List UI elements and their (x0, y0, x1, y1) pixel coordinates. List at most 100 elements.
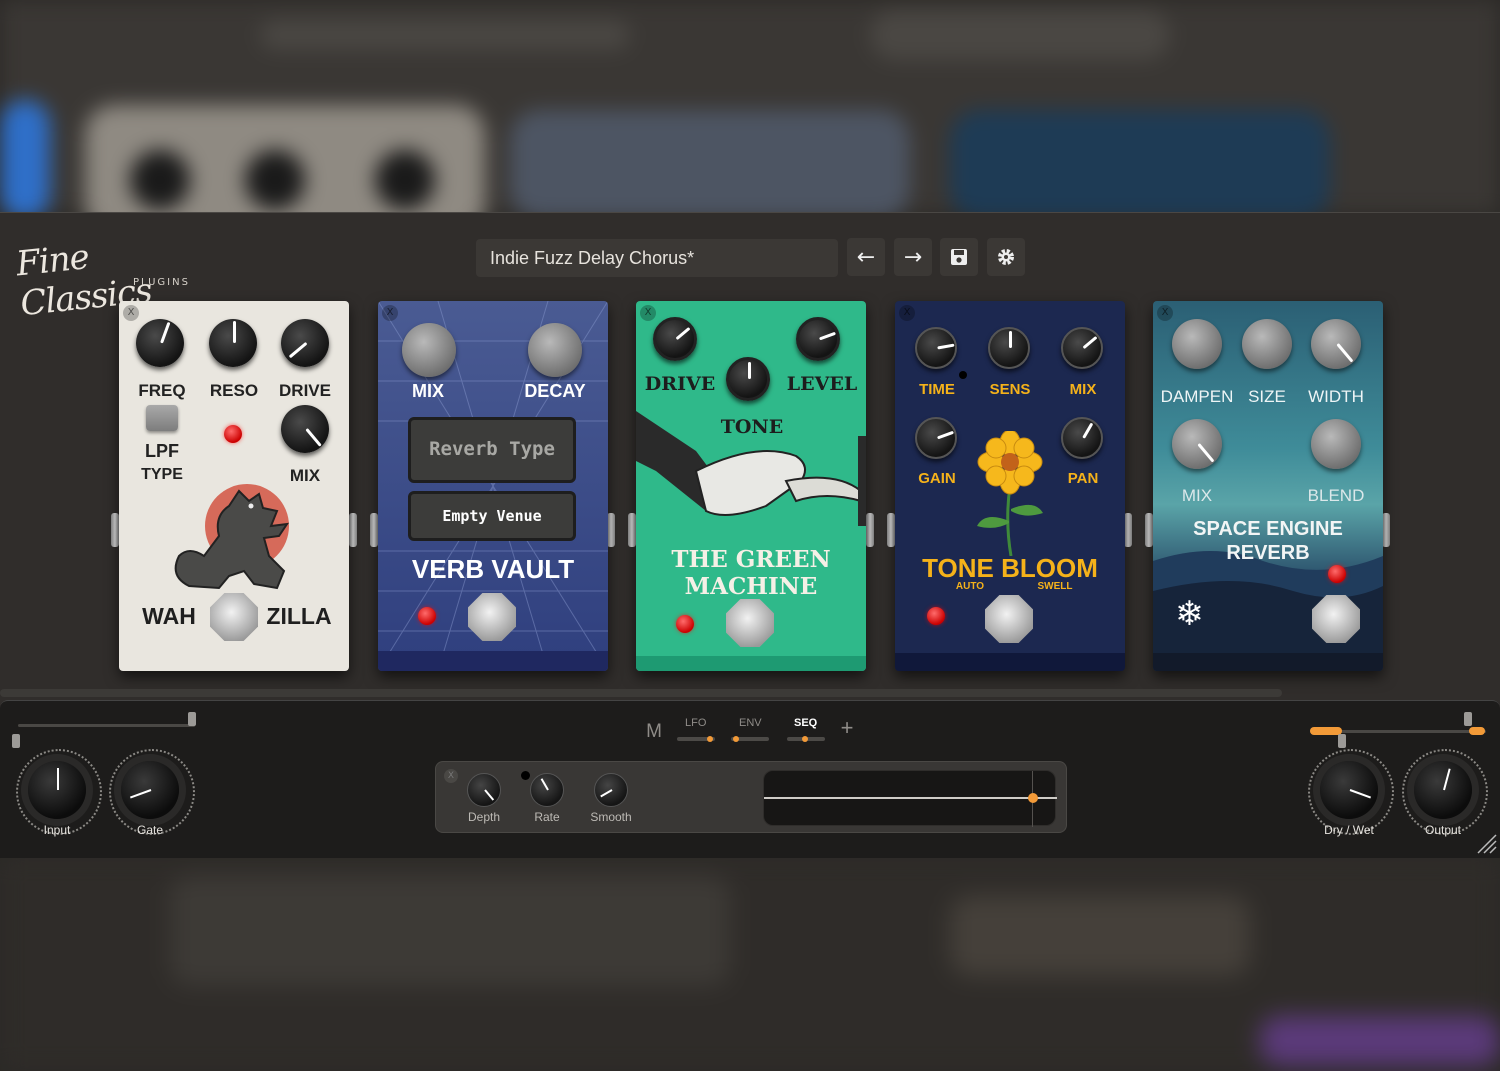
env-amount-bar[interactable] (731, 736, 769, 742)
tab-seq[interactable]: SEQ (794, 717, 817, 729)
pedal-tone-bloom: X TIME SENS MIX GAIN PAN TONE BLOOM AUTO… (895, 301, 1125, 671)
status-led (224, 425, 242, 443)
remove-modulator-button[interactable]: X (444, 769, 458, 783)
mix-label: MIX (1069, 381, 1097, 398)
arrow-left-icon: ← (856, 244, 876, 270)
logo-subtext: PLUGINS (133, 277, 190, 288)
input-meter-thumb[interactable] (12, 734, 20, 748)
reso-knob[interactable] (209, 319, 257, 367)
seq-amount-bar[interactable] (787, 736, 825, 742)
depth-knob[interactable] (467, 773, 501, 807)
drive-knob[interactable] (653, 317, 697, 361)
remove-pedal-button[interactable]: X (382, 305, 398, 321)
rate-label: Rate (534, 810, 560, 824)
decay-knob[interactable] (528, 323, 582, 377)
next-preset-button[interactable]: → (894, 238, 932, 276)
tab-env[interactable]: ENV (739, 717, 762, 729)
footswitch[interactable] (985, 595, 1033, 643)
smooth-knob[interactable] (594, 773, 628, 807)
footswitch[interactable] (210, 593, 258, 641)
rate-knob[interactable] (530, 773, 564, 807)
depth-label: Depth (467, 810, 501, 824)
input-slider-thumb[interactable] (188, 712, 196, 726)
rate-sync-dot[interactable] (521, 771, 530, 780)
reverb-type-display[interactable]: Reverb Type (408, 417, 576, 483)
preset-name-field[interactable]: Indie Fuzz Delay Chorus* (476, 239, 838, 277)
gate-label: Gate (136, 823, 163, 837)
drive-label: DRIVE (644, 373, 716, 395)
blend-label: BLEND (1307, 486, 1365, 505)
modulation-header: M (646, 721, 662, 742)
add-modulator-button[interactable]: + (836, 715, 858, 741)
input-jack (111, 513, 119, 547)
drywet-knob[interactable] (1308, 749, 1394, 835)
remove-pedal-button[interactable]: X (640, 305, 656, 321)
status-led (927, 607, 945, 625)
output-knob[interactable] (1402, 749, 1488, 835)
remove-pedal-button[interactable]: X (1157, 305, 1173, 321)
status-led (418, 607, 436, 625)
prev-preset-button[interactable]: ← (847, 238, 885, 276)
output-slider-thumb[interactable] (1464, 712, 1472, 726)
sens-knob[interactable] (988, 327, 1030, 369)
pedalboard-scrollbar[interactable] (0, 689, 1282, 697)
jack-connector (349, 513, 357, 547)
reverb-type-selector[interactable]: Empty Venue (408, 491, 576, 541)
swell-label: SWELL (1037, 581, 1073, 592)
drive-knob[interactable] (281, 319, 329, 367)
mix-label: MIX (1181, 486, 1213, 505)
remove-pedal-button[interactable]: X (899, 305, 915, 321)
mix-knob[interactable] (281, 405, 329, 453)
modulator-panel: X Depth Rate Smooth (435, 761, 1067, 833)
decay-label: DECAY (524, 381, 586, 401)
pedal-name-line2: REVERB (1226, 542, 1310, 564)
time-knob[interactable] (915, 327, 957, 369)
pedal-verb-vault: X MIX DECAY Reverb Type Empty Venue VERB… (378, 301, 608, 671)
width-knob[interactable] (1311, 319, 1361, 369)
sequencer-display[interactable] (763, 770, 1057, 827)
pedal-name-line1: SPACE ENGINE (1193, 518, 1343, 540)
plugin-window: Fine Classics PLUGINS Indie Fuzz Delay C… (0, 212, 1500, 858)
drywet-fill (1310, 727, 1342, 735)
tone-knob[interactable] (726, 357, 770, 401)
pan-knob[interactable] (1061, 417, 1103, 459)
drywet-label: Dry / Wet (1324, 823, 1374, 837)
filter-type-switch[interactable] (146, 405, 178, 431)
mix-knob[interactable] (1172, 419, 1222, 469)
freq-knob[interactable] (136, 319, 184, 367)
gain-knob[interactable] (915, 417, 957, 459)
pedal-space-engine-reverb: X DAMPEN SIZE WIDTH MIX BLEND SPACE ENGI… (1153, 301, 1383, 671)
input-knob[interactable] (16, 749, 102, 835)
tab-lfo[interactable]: LFO (685, 717, 706, 729)
input-slider-track[interactable] (18, 724, 195, 727)
pedal-wah-zilla: X FREQ RESO DRIVE LPF TYPE MIX WAH ZILLA (119, 301, 349, 671)
mix-knob[interactable] (1061, 327, 1103, 369)
lfo-amount-bar[interactable] (677, 736, 715, 742)
settings-button[interactable] (987, 238, 1025, 276)
dampen-knob[interactable] (1172, 319, 1222, 369)
footswitch[interactable] (726, 599, 774, 647)
remove-pedal-button[interactable]: X (123, 305, 139, 321)
lpf-label: LPF (145, 441, 179, 461)
mix-knob[interactable] (402, 323, 456, 377)
jack-connector (628, 513, 636, 547)
gate-knob[interactable] (109, 749, 195, 835)
output-label: Output (1424, 823, 1462, 837)
control-strip: Input Gate M LFO ENV SEQ + X Depth Rate … (0, 700, 1500, 858)
status-led (1328, 565, 1346, 583)
pan-label: PAN (1067, 470, 1099, 487)
size-knob[interactable] (1242, 319, 1292, 369)
width-label: WIDTH (1308, 387, 1364, 406)
footswitch[interactable] (468, 593, 516, 641)
sequencer-point[interactable] (1028, 793, 1038, 803)
resize-handle-icon[interactable] (1476, 833, 1498, 855)
save-button[interactable] (940, 238, 978, 276)
reso-label: RESO (209, 381, 259, 400)
jack-connector (1124, 513, 1132, 547)
jack-connector (866, 513, 874, 547)
drywet-slider-thumb[interactable] (1338, 734, 1346, 748)
level-knob[interactable] (796, 317, 840, 361)
time-label: TIME (919, 381, 955, 398)
mix-label: MIX (411, 381, 444, 401)
blend-knob[interactable] (1311, 419, 1361, 469)
